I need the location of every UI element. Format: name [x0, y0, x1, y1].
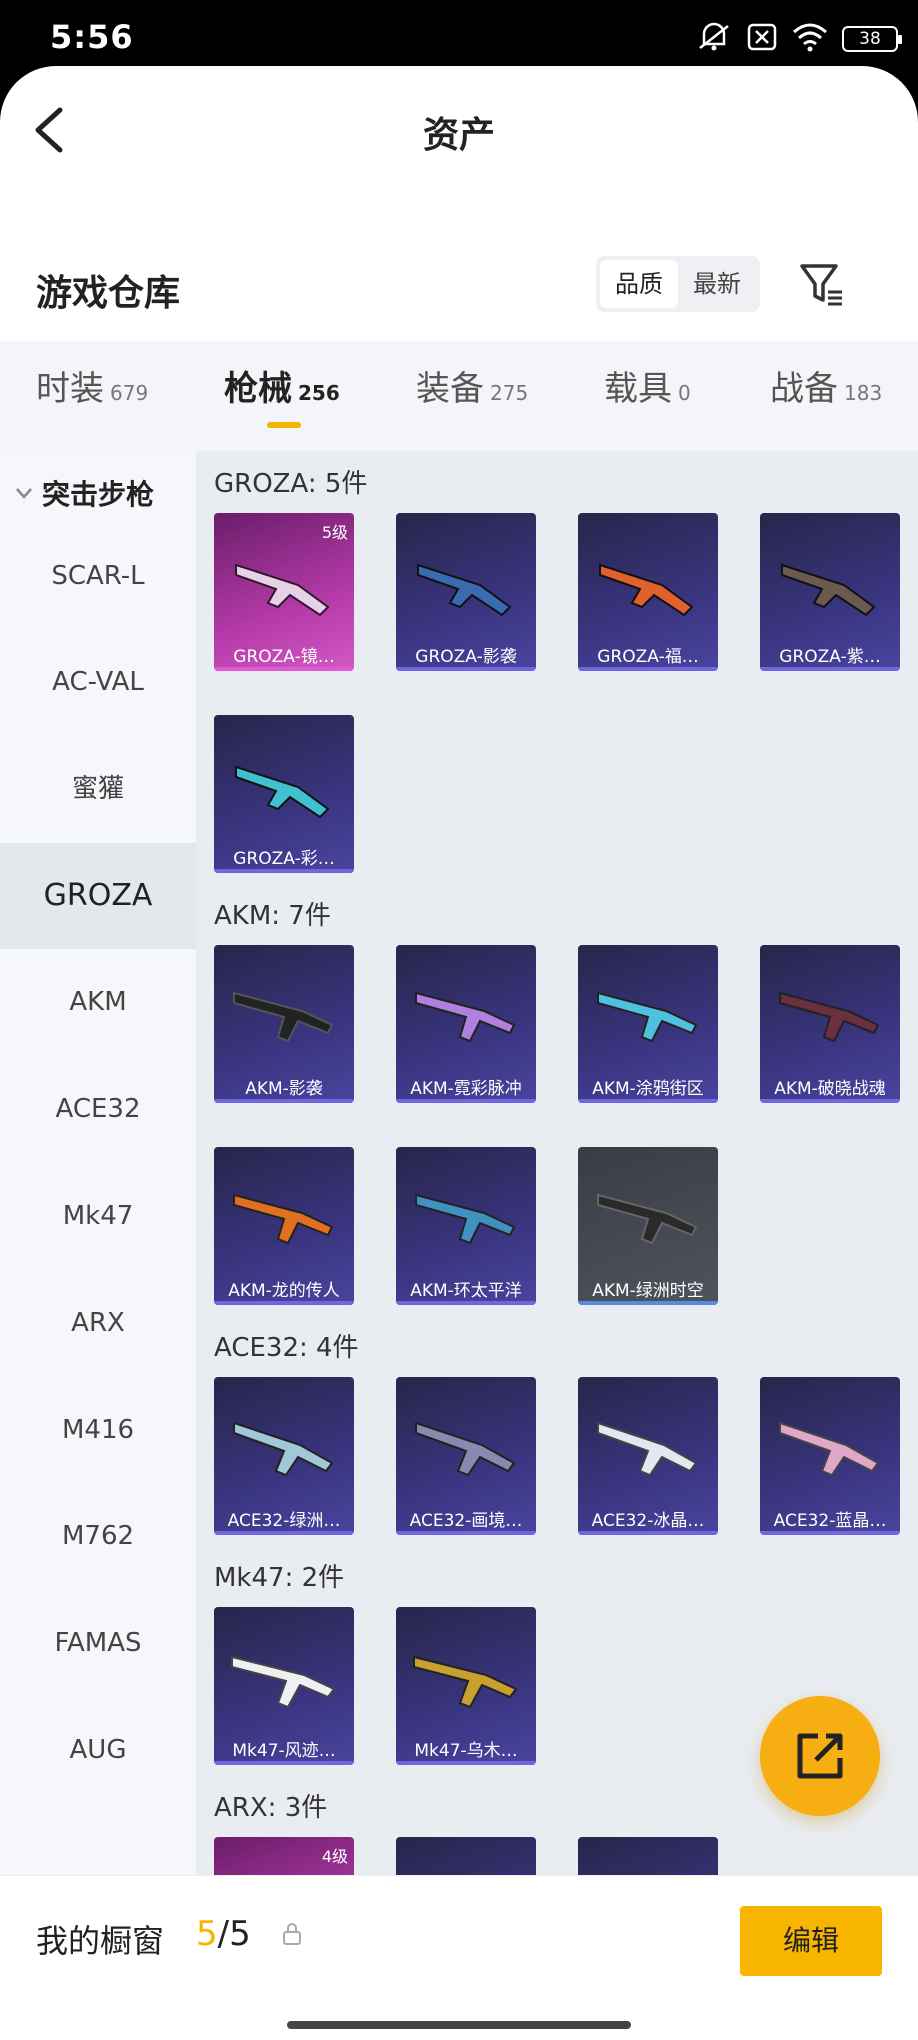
skin-card[interactable]: ACE32-蓝晶…	[760, 1377, 900, 1535]
skin-card[interactable]: AKM-涂鸦街区	[578, 945, 718, 1103]
rifle-icon	[415, 1421, 516, 1477]
warehouse-header: 游戏仓库 品质 最新	[0, 256, 918, 336]
rifle-icon	[235, 563, 330, 617]
tab-equipment[interactable]: 装备 275	[416, 361, 528, 410]
filter-icon	[800, 264, 842, 306]
skin-card[interactable]: ACE32-冰晶…	[578, 1377, 718, 1535]
tab-fashion[interactable]: 时装 679	[36, 361, 148, 410]
share-button[interactable]	[760, 1696, 880, 1816]
rifle-icon	[233, 991, 334, 1043]
skin-card[interactable]: GROZA-彩…	[214, 715, 354, 873]
rifle-icon	[233, 1421, 334, 1477]
skin-card[interactable]: Mk47-乌木…	[396, 1607, 536, 1765]
rifle-icon	[415, 991, 516, 1043]
skin-card[interactable]: AKM-霓彩脉冲	[396, 945, 536, 1103]
sidebar-item-honey-badger[interactable]: 蜜獾	[0, 736, 196, 842]
status-icons: 38	[696, 22, 902, 56]
sidebar-item-mk47[interactable]: Mk47	[0, 1163, 196, 1269]
clock: 5:56	[50, 18, 134, 56]
section-title-ace32: ACE32: 4件	[214, 1333, 359, 1363]
showcase-count: 5/5	[196, 1914, 251, 1954]
rifle-icon	[599, 563, 694, 617]
section-title-akm: AKM: 7件	[214, 901, 331, 931]
skin-card[interactable]: AKM-环太平洋	[396, 1147, 536, 1305]
sort-quality[interactable]: 品质	[600, 260, 678, 308]
sidebar-item-m416[interactable]: M416	[0, 1377, 196, 1483]
skin-card[interactable]: ACE32-绿洲…	[214, 1377, 354, 1535]
skin-card[interactable]: 5级 GROZA-镜…	[214, 513, 354, 671]
sim-off-icon	[746, 22, 778, 56]
rifle-icon	[417, 563, 512, 617]
battery-icon: 38	[842, 26, 902, 52]
sidebar-item-famas[interactable]: FAMAS	[0, 1590, 196, 1696]
sidebar-item-ac-val[interactable]: AC-VAL	[0, 629, 196, 735]
rifle-icon	[597, 991, 698, 1043]
lock-icon	[283, 1923, 301, 1945]
rifle-icon	[231, 1655, 336, 1709]
category-tabs: 时装 679 枪械 256 装备 275 载具 0 战备 183	[0, 341, 918, 451]
skin-card[interactable]: ACE32-画境…	[396, 1377, 536, 1535]
skin-card[interactable]: AKM-绿洲时空	[578, 1147, 718, 1305]
section-title-groza: GROZA: 5件	[214, 469, 368, 499]
skin-card[interactable]: GROZA-影袭	[396, 513, 536, 671]
tab-supplies[interactable]: 战备 183	[770, 361, 882, 410]
top-bar: 资产	[0, 66, 918, 196]
section-title-mk47: Mk47: 2件	[214, 1563, 345, 1593]
assets-sheet: 资产 游戏仓库 品质 最新 时装 679 枪械 256 装备 275 载具 0 战备 18…	[0, 66, 918, 2040]
rifle-icon	[415, 1193, 516, 1245]
warehouse-title: 游戏仓库	[36, 273, 181, 314]
sidebar-item-akm[interactable]: AKM	[0, 949, 196, 1055]
skin-card[interactable]: Mk47-风迹…	[214, 1607, 354, 1765]
chevron-down-icon	[16, 488, 32, 499]
showcase-label: 我的橱窗	[36, 1922, 165, 1960]
rifle-icon	[413, 1655, 518, 1709]
rifle-icon	[781, 563, 876, 617]
sort-toggle: 品质 最新	[596, 256, 760, 312]
sidebar-item-m762[interactable]: M762	[0, 1483, 196, 1589]
skin-card[interactable]: AKM-影袭	[214, 945, 354, 1103]
mute-icon	[696, 22, 732, 56]
weapon-sidebar: 突击步枪 SCAR-L AC-VAL 蜜獾 GROZA AKM ACE32 Mk…	[0, 451, 196, 1941]
section-title-arx: ARX: 3件	[214, 1793, 328, 1823]
rifle-icon	[779, 1421, 880, 1477]
sidebar-item-arx[interactable]: ARX	[0, 1270, 196, 1376]
sort-newest[interactable]: 最新	[678, 260, 756, 308]
tab-indicator	[267, 422, 301, 428]
skin-card[interactable]: GROZA-紫…	[760, 513, 900, 671]
edit-button[interactable]: 编辑	[740, 1906, 882, 1976]
wifi-icon	[792, 22, 828, 56]
sidebar-item-groza[interactable]: GROZA	[0, 843, 196, 949]
skin-card[interactable]: AKM-破晓战魂	[760, 945, 900, 1103]
sidebar-item-ace32[interactable]: ACE32	[0, 1056, 196, 1162]
status-bar: 5:56 38	[0, 0, 918, 66]
rifle-icon	[235, 765, 330, 819]
bottom-bar: 我的橱窗 5/5 编辑	[0, 1875, 918, 2040]
rifle-icon	[597, 1421, 698, 1477]
sidebar-group-assault-rifles[interactable]: 突击步枪	[14, 473, 154, 513]
sidebar-item-aug[interactable]: AUG	[0, 1697, 196, 1803]
filter-button[interactable]	[796, 258, 848, 310]
rifle-icon	[779, 991, 880, 1043]
tab-vehicles[interactable]: 载具 0	[604, 361, 691, 410]
rifle-icon	[597, 1193, 698, 1245]
tab-firearms[interactable]: 枪械 256	[224, 361, 340, 410]
rifle-icon	[233, 1193, 334, 1245]
sidebar-item-scar-l[interactable]: SCAR-L	[0, 523, 196, 629]
home-indicator[interactable]	[287, 2021, 631, 2029]
skin-card[interactable]: AKM-龙的传人	[214, 1147, 354, 1305]
share-icon	[797, 1733, 843, 1779]
page-title: 资产	[422, 115, 495, 156]
skin-card[interactable]: GROZA-福…	[578, 513, 718, 671]
